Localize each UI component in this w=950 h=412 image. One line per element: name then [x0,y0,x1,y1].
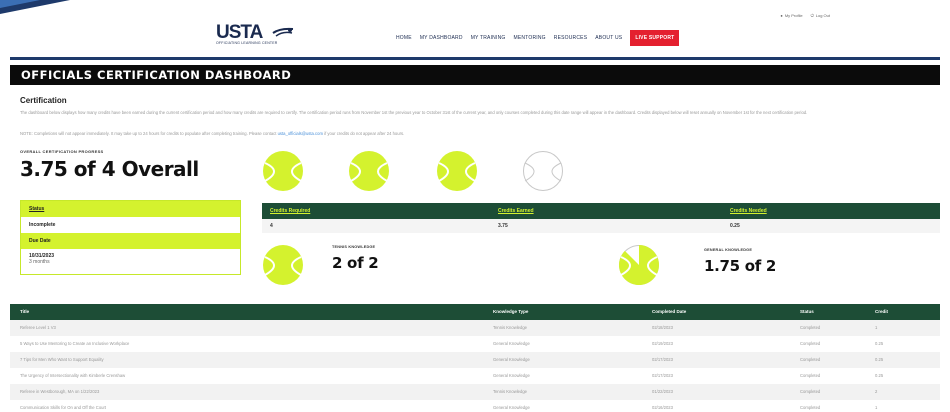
row-status: Completed [800,341,821,346]
courses-table-header: Title Knowledge Type Completed Date Stat… [10,304,940,320]
status-label: Status [21,201,240,217]
general-knowledge-ball-icon [619,245,659,285]
tennis-ball-full-icon [437,151,477,191]
power-icon: ⏻ [810,13,814,18]
row-completed-date: 02/18/2023 [652,325,673,330]
logout-link[interactable]: ⏻ Log Out [811,13,830,18]
row-title: 5 Ways to Use Mentoring to Create an Inc… [20,341,130,346]
credits-needed-value: 0.25 [730,223,740,229]
credits-needed-header[interactable]: Credits Needed [730,203,767,219]
note-prefix: NOTE: Completions will not appear immedi… [20,131,277,136]
tennis-knowledge-label: TENNIS KNOWLEDGE [332,245,376,249]
table-row[interactable]: 7 Tips for Men Who Want to Support Equal… [10,352,940,368]
status-box: Status Incomplete Due Date 10/31/2023 3 … [20,200,241,275]
row-status: Completed [800,325,821,330]
user-icon: ● [780,13,783,18]
row-credit: 0.25 [875,373,884,378]
col-title-header[interactable]: Title [20,304,29,320]
credits-required-header[interactable]: Credits Required [270,203,310,219]
contact-email-link[interactable]: usta_officials@usta.com [278,131,323,136]
overall-progress-value: 3.75 of 4 Overall [20,157,199,181]
tennis-ball-full-icon [263,151,303,191]
nav-about-us[interactable]: ABOUT US [595,35,622,41]
tennis-ball-full-icon [349,151,389,191]
col-status-header[interactable]: Status [800,304,814,320]
credits-values: 4 3.75 0.25 [262,219,940,233]
profile-link[interactable]: ● My Profile [780,13,802,18]
certification-description: The dashboard below displays how many cr… [20,110,808,115]
tennis-ball-empty-icon [523,151,563,191]
credits-header: Credits Required Credits Earned Credits … [262,203,940,219]
title-bar: OFFICIALS CERTIFICATION DASHBOARD [10,65,940,85]
row-knowledge-type: Tennis Knowledge [493,389,527,394]
row-credit: 0.25 [875,357,884,362]
row-completed-date: 02/19/2023 [652,341,673,346]
due-date-label: Due Date [21,233,240,249]
row-completed-date: 02/17/2023 [652,373,673,378]
page-title: OFFICIALS CERTIFICATION DASHBOARD [21,68,292,82]
col-credit-header[interactable]: Credit [875,304,888,320]
tennis-knowledge-ball-icon [263,245,303,285]
table-row[interactable]: Referee in Westborough, MA on 1/22/2023 T… [10,384,940,400]
progress-label: OVERALL CERTIFICATION PROGRESS [20,149,104,154]
row-completed-date: 02/16/2023 [652,405,673,410]
row-status: Completed [800,405,821,410]
table-row[interactable]: The Urgency of Intersectionality with Ki… [10,368,940,384]
row-title: The Urgency of Intersectionality with Ki… [20,373,126,378]
nav-resources[interactable]: RESOURCES [554,35,587,41]
nav-mentoring[interactable]: MENTORING [514,35,546,41]
table-row[interactable]: Communication Skills for On and Off the … [10,400,940,412]
row-knowledge-type: General Knowledge [493,341,530,346]
col-completed-date-header[interactable]: Completed Date [652,304,686,320]
table-row[interactable]: 5 Ways to Use Mentoring to Create an Inc… [10,336,940,352]
row-knowledge-type: General Knowledge [493,373,530,378]
logo-subtitle: OFFICIATING LEARNING CENTER [216,41,278,45]
row-knowledge-type: General Knowledge [493,405,530,410]
usta-logo[interactable]: USTA OFFICIATING LEARNING CENTER [216,23,294,48]
credits-earned-header[interactable]: Credits Earned [498,203,534,219]
credits-required-value: 4 [270,223,273,229]
tennis-knowledge-value: 2 of 2 [332,254,379,272]
row-title: Communication Skills for On and Off the … [20,405,107,410]
certification-heading: Certification [20,96,67,105]
row-title: Referee Level 1 V3 [20,325,56,330]
due-date-remaining: 3 months [29,259,50,265]
credits-earned-value: 3.75 [498,223,508,229]
logo-ball-icon [272,27,294,37]
general-knowledge-value: 1.75 of 2 [704,257,777,275]
row-status: Completed [800,373,821,378]
row-credit: 0.25 [875,341,884,346]
header-divider [10,57,940,60]
row-completed-date: 02/17/2023 [652,357,673,362]
due-date-block: 10/31/2023 3 months [21,249,240,269]
nav-home[interactable]: HOME [396,35,412,41]
row-status: Completed [800,389,821,394]
main-nav: HOME MY DASHBOARD MY TRAINING MENTORING … [396,30,680,46]
row-knowledge-type: General Knowledge [493,357,530,362]
note-suffix: if your credits do not appear after 24 h… [324,131,405,136]
row-knowledge-type: Tennis Knowledge [493,325,527,330]
live-support-button[interactable]: LIVE SUPPORT [630,30,680,46]
row-completed-date: 01/22/2023 [652,389,673,394]
row-title: Referee in Westborough, MA on 1/22/2023 [20,389,100,394]
general-knowledge-label: GENERAL KNOWLEDGE [704,248,753,252]
row-credit: 1 [875,405,878,410]
row-title: 7 Tips for Men Who Want to Support Equal… [20,357,104,362]
status-value: Incomplete [21,217,240,233]
row-credit: 2 [875,389,878,394]
row-credit: 1 [875,325,878,330]
nav-my-dashboard[interactable]: MY DASHBOARD [420,35,463,41]
corner-accent [0,0,70,14]
certification-note: NOTE: Completions will not appear immedi… [20,131,930,136]
nav-my-training[interactable]: MY TRAINING [471,35,506,41]
col-knowledge-type-header[interactable]: Knowledge Type [493,304,528,320]
top-links: ● My Profile ⏻ Log Out [780,13,830,18]
table-row[interactable]: Referee Level 1 V3 Tennis Knowledge 02/18/… [10,320,940,336]
row-status: Completed [800,357,821,362]
